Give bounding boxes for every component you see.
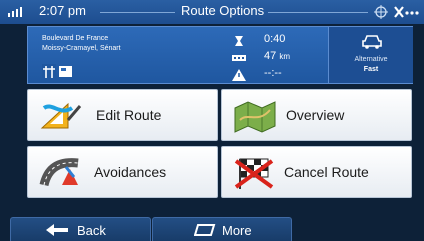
- duration-value: 0:40: [264, 33, 286, 45]
- alternative-mode: Fast: [363, 66, 379, 73]
- edit-route-icon: [40, 102, 82, 129]
- more-button[interactable]: More: [152, 217, 292, 241]
- cancel-route-flag-icon: [234, 158, 274, 189]
- status-divider-left: [100, 12, 175, 13]
- warning-value: --:--: [264, 67, 282, 79]
- route-summary-icons: [42, 64, 72, 78]
- more-label: More: [222, 223, 252, 238]
- warning-icon: [232, 69, 246, 81]
- signal-icon: [8, 7, 22, 17]
- destination-city: Moissy-Cramayel, Sénart: [42, 45, 121, 52]
- overview-label: Overview: [286, 107, 345, 123]
- avoidances-label: Avoidances: [94, 164, 167, 180]
- alternative-label: Alternative: [354, 56, 388, 63]
- edit-route-label: Edit Route: [96, 107, 162, 123]
- status-bar: 2:07 pm Route Options: [0, 0, 424, 24]
- back-label: Back: [77, 223, 106, 238]
- avoidances-button[interactable]: Avoidances: [27, 146, 218, 198]
- cancel-route-label: Cancel Route: [284, 164, 369, 180]
- duration-row: 0:40: [228, 33, 328, 49]
- alternative-route-button[interactable]: Alternative Fast: [329, 27, 413, 83]
- map-icon: [59, 66, 72, 77]
- distance-row: 47 km: [228, 50, 328, 66]
- destination-street: Boulevard De France: [42, 35, 109, 42]
- route-info-panel[interactable]: Boulevard De France Moissy-Cramayel, Sén…: [27, 26, 413, 84]
- status-icons[interactable]: [374, 3, 420, 21]
- back-arrow-icon: [46, 224, 68, 236]
- time-icon: [235, 36, 243, 46]
- page-title: Route Options: [181, 3, 265, 18]
- edit-route-button[interactable]: Edit Route: [27, 89, 218, 141]
- status-time: 2:07 pm: [39, 3, 86, 18]
- gps-icon: [374, 5, 388, 19]
- route-values: 0:40 47 km --:--: [228, 31, 328, 83]
- distance-value: 47 km: [264, 50, 290, 62]
- status-divider-right: [268, 12, 368, 13]
- avoidances-icon: [39, 158, 79, 187]
- overview-button[interactable]: Overview: [221, 89, 412, 141]
- car-icon: [362, 35, 382, 49]
- warning-row: --:--: [228, 67, 328, 83]
- more-icon: [194, 224, 216, 236]
- menu-dots-icon: [405, 11, 419, 15]
- back-button[interactable]: Back: [10, 217, 151, 241]
- distance-icon: [232, 55, 246, 61]
- cancel-route-button[interactable]: Cancel Route: [221, 146, 412, 198]
- road-icon: [42, 64, 56, 78]
- bluetooth-icon: [394, 6, 404, 18]
- overview-map-icon: [234, 101, 276, 133]
